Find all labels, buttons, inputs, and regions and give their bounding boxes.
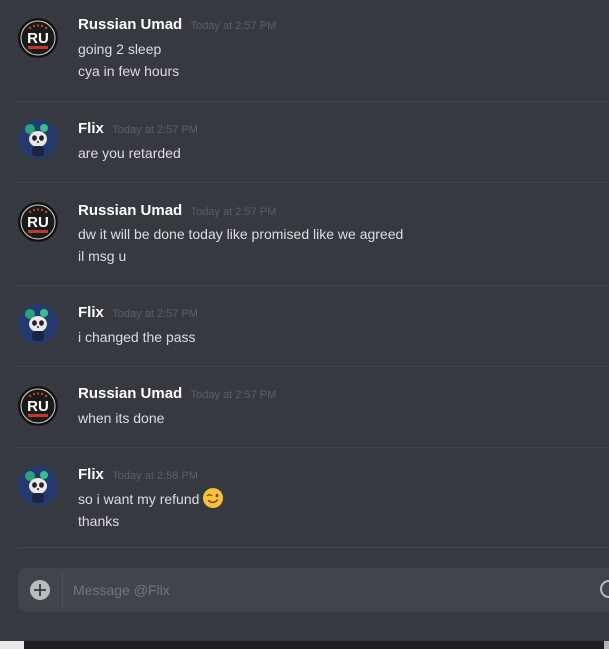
author-name[interactable]: Russian Umad	[78, 202, 182, 219]
message-group: Flix Today at 2:57 PM are you retarded	[0, 102, 609, 182]
panda-avatar[interactable]	[18, 466, 58, 506]
winking-face-emoji	[202, 487, 224, 509]
message-divider	[18, 182, 609, 183]
ru-logo-avatar[interactable]: RU	[18, 386, 58, 426]
taskbar-strip	[24, 641, 604, 649]
chat-window: RU Russian Umad Today at 2:57 PM going 2…	[0, 0, 609, 649]
message-group: RU Russian Umad Today at 2:57 PM dw it w…	[0, 184, 609, 286]
message-timestamp: Today at 2:57 PM	[190, 389, 277, 401]
author-name[interactable]: Russian Umad	[78, 16, 182, 33]
panda-avatar[interactable]	[18, 304, 58, 344]
svg-text:RU: RU	[27, 214, 49, 231]
message-group: Flix Today at 2:57 PM i changed the pass	[0, 287, 609, 367]
message-group: RU Russian Umad Today at 2:57 PM when it…	[0, 368, 609, 448]
message-line: so i want my refund	[78, 488, 224, 510]
composer-separator	[62, 572, 63, 608]
message-input[interactable]	[73, 578, 573, 602]
message-timestamp: Today at 2:57 PM	[190, 206, 277, 218]
message-timestamp: Today at 2:57 PM	[190, 20, 277, 32]
message-text: so i want my refund	[78, 491, 200, 507]
message-text: when its done	[78, 410, 165, 426]
message-text: il msg u	[78, 248, 127, 264]
ru-logo-avatar[interactable]: RU	[18, 18, 58, 58]
message-timestamp: Today at 2:58 PM	[112, 470, 198, 482]
emoji-picker-icon[interactable]	[600, 580, 609, 598]
message-text: are you retarded	[78, 145, 181, 161]
message-text: going 2 sleep	[78, 41, 162, 57]
plus-circle-icon[interactable]	[30, 580, 50, 600]
message-text: i changed the pass	[78, 329, 196, 345]
svg-text:RU: RU	[27, 30, 49, 47]
author-name[interactable]: Russian Umad	[78, 385, 182, 402]
message-group: Flix Today at 2:58 PM so i want my refun…	[0, 449, 609, 549]
author-name[interactable]: Flix	[78, 466, 104, 483]
message-divider	[18, 285, 609, 286]
message-timestamp: Today at 2:57 PM	[112, 308, 198, 320]
window-bottom-edge-left	[0, 641, 24, 649]
ru-logo-avatar[interactable]: RU	[18, 202, 58, 242]
author-name[interactable]: Flix	[78, 304, 104, 321]
message-composer	[18, 568, 609, 612]
message-divider	[18, 547, 609, 548]
message-timestamp: Today at 2:57 PM	[112, 124, 198, 136]
message-text: dw it will be done today like promised l…	[78, 226, 404, 242]
message-text: cya in few hours	[78, 63, 180, 79]
message-group: RU Russian Umad Today at 2:57 PM going 2…	[0, 0, 609, 101]
message-list: RU Russian Umad Today at 2:57 PM going 2…	[0, 0, 609, 560]
panda-avatar[interactable]	[18, 119, 58, 159]
svg-text:RU: RU	[27, 398, 49, 415]
author-name[interactable]: Flix	[78, 120, 104, 137]
message-divider	[18, 366, 609, 367]
message-divider	[18, 447, 609, 448]
message-text: thanks	[78, 513, 120, 529]
